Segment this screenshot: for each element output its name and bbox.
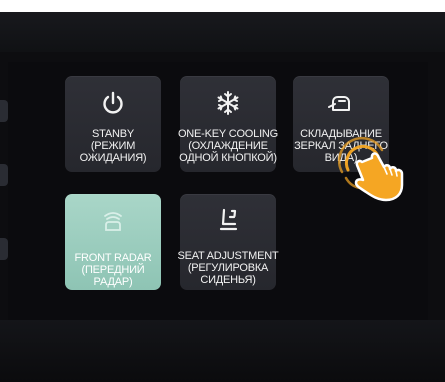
side-indicator xyxy=(0,100,8,122)
radar-icon xyxy=(65,206,161,236)
side-indicator xyxy=(0,238,8,260)
snowflake-icon xyxy=(180,88,276,118)
screen-bottom-bezel xyxy=(0,320,445,382)
tap-hand-icon xyxy=(337,136,408,206)
power-icon xyxy=(65,88,161,118)
one-key-cooling-button[interactable]: ONE-KEY COOLING (ОХЛАЖДЕНИЕ ОДНОЙ КНОПКО… xyxy=(178,76,278,172)
seat-adjustment-label: SEAT ADJUSTMENT (РЕГУЛИРОВКА СИДЕНЬЯ) xyxy=(177,250,279,286)
side-indicator xyxy=(0,164,8,186)
front-radar-button[interactable]: FRONT RADAR (ПЕРЕДНИЙ РАДАР) xyxy=(65,194,161,290)
standby-label: STANBY (РЕЖИМ ОЖИДАНИЯ) xyxy=(79,128,147,164)
front-radar-label: FRONT RADAR (ПЕРЕДНИЙ РАДАР) xyxy=(74,252,152,288)
mirror-fold-icon xyxy=(293,88,389,118)
seat-icon xyxy=(180,206,276,236)
one-key-cooling-label: ONE-KEY COOLING (ОХЛАЖДЕНИЕ ОДНОЙ КНОПКО… xyxy=(177,128,279,164)
seat-adjustment-button[interactable]: SEAT ADJUSTMENT (РЕГУЛИРОВКА СИДЕНЬЯ) xyxy=(177,194,279,290)
standby-button[interactable]: STANBY (РЕЖИМ ОЖИДАНИЯ) xyxy=(65,76,161,172)
screen-top-bezel xyxy=(0,12,445,52)
